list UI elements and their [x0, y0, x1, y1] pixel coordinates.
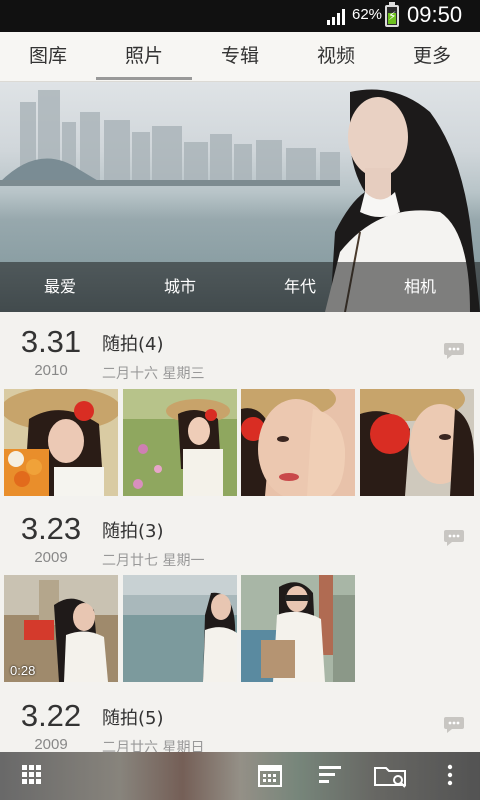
tab-photos[interactable]: 照片	[96, 32, 192, 82]
folder-icon[interactable]	[372, 760, 410, 790]
group-subtitle: 二月廿七 星期一	[102, 553, 205, 569]
category-era[interactable]: 年代	[260, 262, 340, 312]
comment-icon[interactable]	[443, 529, 465, 547]
date-group-header[interactable]: 3.23 2009 随拍(3) 二月廿七 星期一	[0, 503, 480, 578]
group-subtitle: 二月十六 星期三	[102, 366, 205, 382]
battery-percent: 62%	[352, 6, 383, 23]
clock: 09:50	[407, 2, 463, 27]
category-city[interactable]: 城市	[140, 262, 220, 312]
video-thumbnail[interactable]: 0:28	[4, 575, 118, 682]
category-camera[interactable]: 相机	[380, 262, 460, 312]
tab-videos[interactable]: 视频	[288, 32, 384, 82]
group-date: 3.31	[20, 324, 82, 359]
tab-albums[interactable]: 专辑	[192, 32, 288, 82]
signal-icon	[327, 9, 345, 25]
tab-more[interactable]: 更多	[384, 32, 480, 82]
photo-thumbnail[interactable]	[360, 389, 474, 496]
comment-icon[interactable]	[443, 342, 465, 360]
calendar-icon[interactable]	[255, 760, 285, 790]
date-group-header[interactable]: 3.31 2010 随拍(4) 二月十六 星期三	[0, 316, 480, 391]
grid-view-icon[interactable]	[17, 760, 47, 790]
category-favorites[interactable]: 最爱	[20, 262, 100, 312]
group-title: 随拍(3)	[102, 521, 164, 542]
group-year: 2009	[34, 736, 68, 753]
tab-bar: 图库 照片 专辑 视频 更多	[0, 32, 480, 82]
bottom-action-bar	[0, 752, 480, 800]
battery-icon: ⚡	[385, 2, 399, 27]
status-bar: 62% ⚡ 09:50	[0, 0, 480, 32]
hero-banner[interactable]: 最爱 城市 年代 相机	[0, 82, 480, 312]
photo-thumbnail[interactable]	[4, 389, 118, 496]
photo-thumbnail[interactable]	[123, 575, 237, 682]
group-title: 随拍(4)	[102, 334, 164, 355]
sort-icon[interactable]	[315, 760, 345, 790]
group-date: 3.22	[20, 698, 82, 733]
group-title: 随拍(5)	[102, 708, 164, 729]
video-duration: 0:28	[10, 663, 36, 678]
group-date: 3.23	[20, 511, 82, 546]
comment-icon[interactable]	[443, 716, 465, 734]
group-year: 2009	[34, 549, 68, 566]
photo-thumbnail[interactable]	[241, 389, 355, 496]
group-year: 2010	[34, 362, 68, 379]
photo-thumbnail[interactable]	[123, 389, 237, 496]
tab-gallery[interactable]: 图库	[0, 32, 96, 82]
overflow-menu-icon[interactable]	[440, 760, 460, 790]
hero-category-bar: 最爱 城市 年代 相机	[0, 262, 480, 312]
photo-thumbnail[interactable]	[241, 575, 355, 682]
